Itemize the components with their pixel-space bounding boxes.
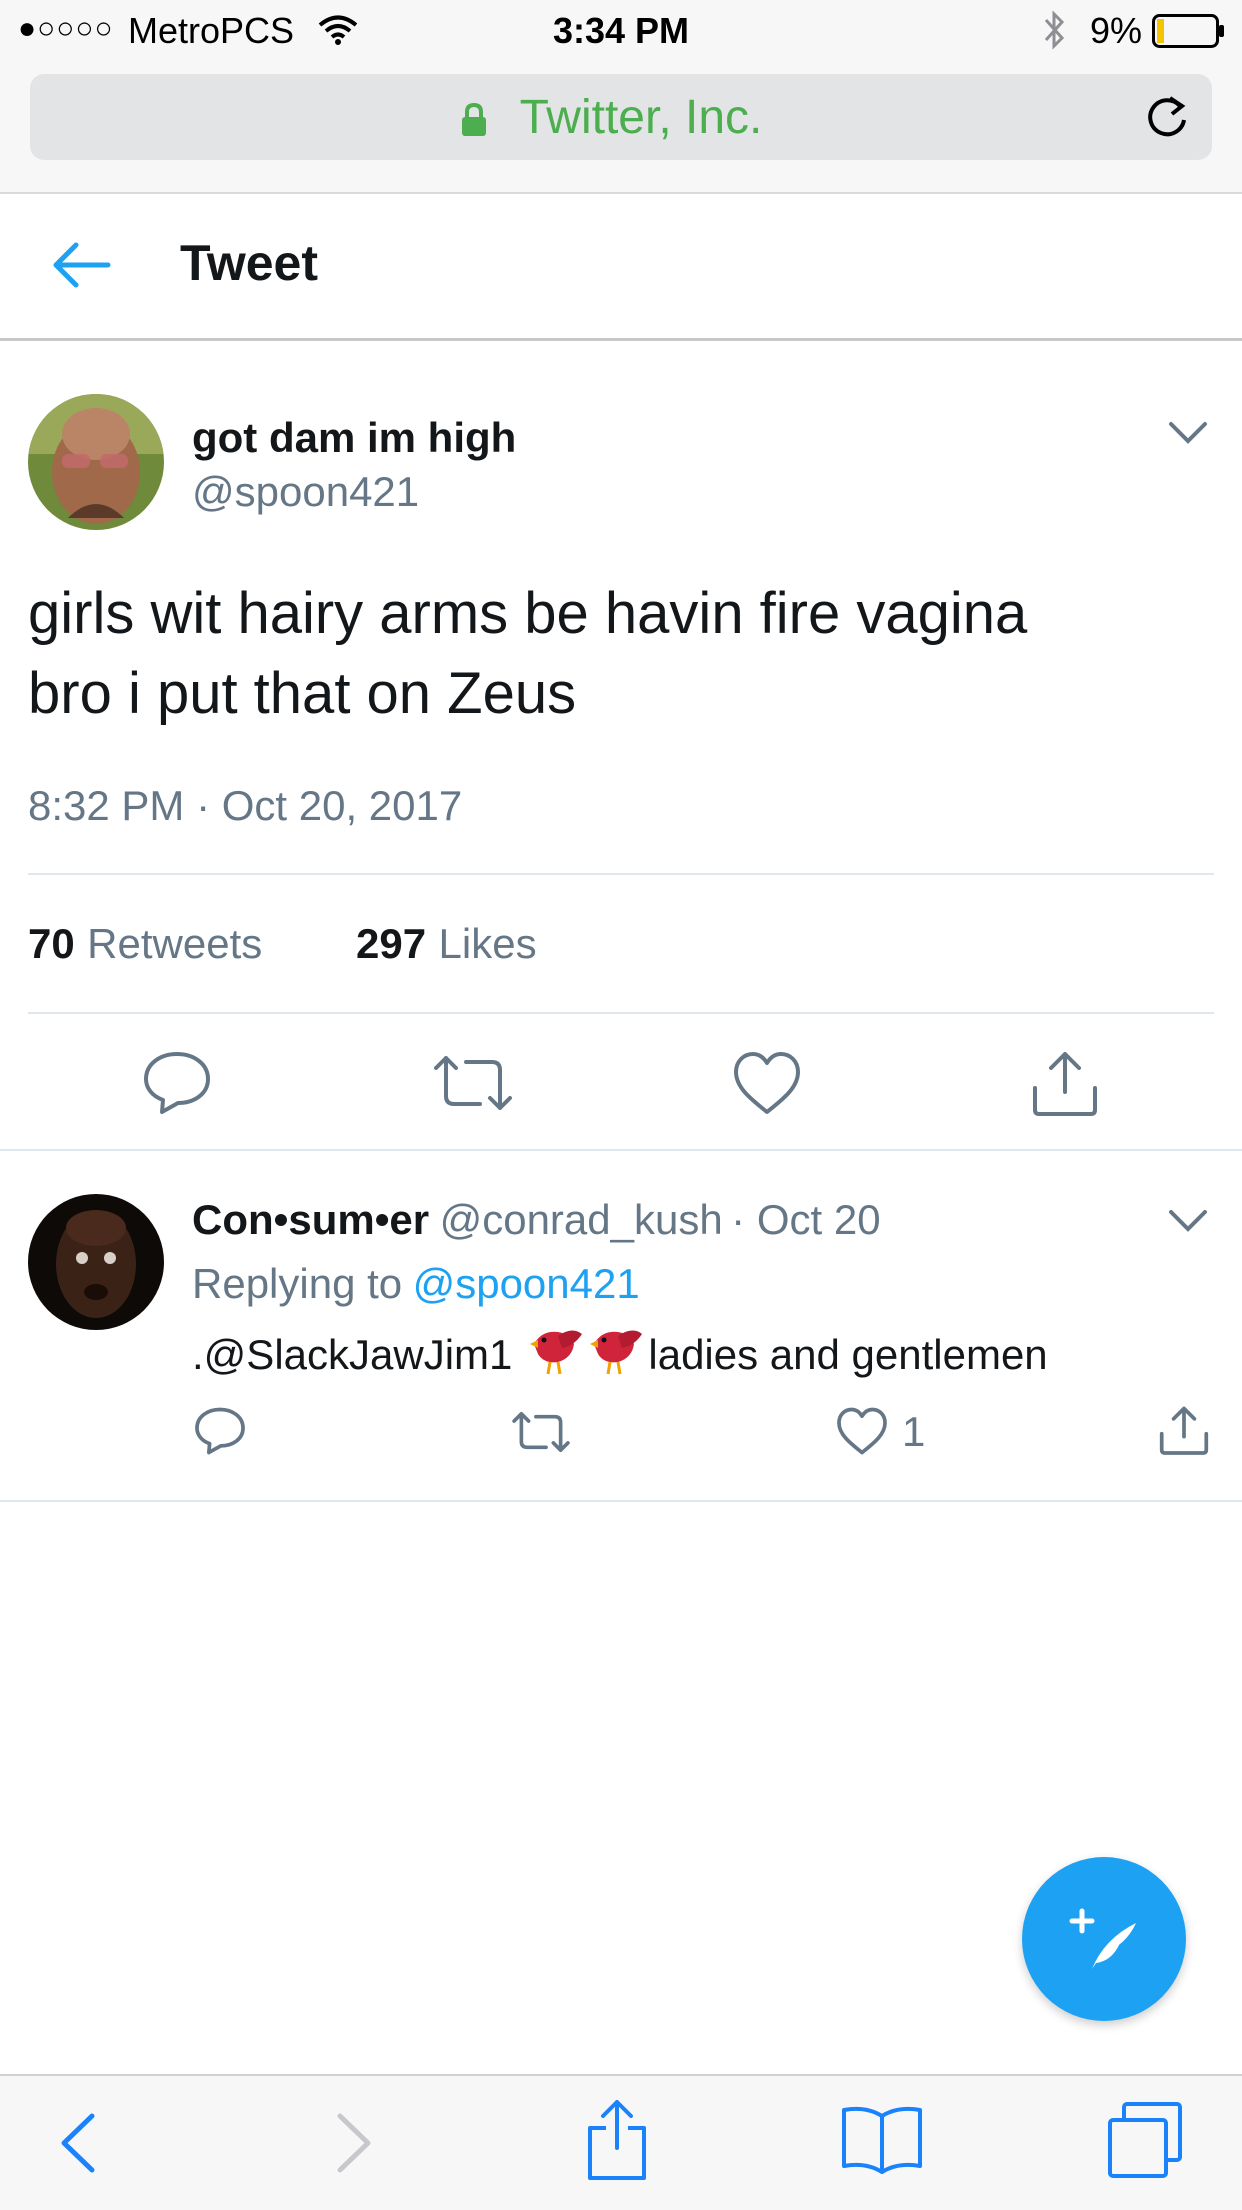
browser-share-icon[interactable]: [586, 2098, 648, 2187]
compose-tweet-button[interactable]: [1022, 1857, 1186, 2021]
divider: [0, 1500, 1242, 1502]
battery-percent: 9%: [1090, 10, 1143, 51]
replying-to-prefix: Replying to: [192, 1260, 403, 1307]
reply-author-handle[interactable]: @conrad_kush: [440, 1196, 723, 1243]
divider: [28, 1012, 1214, 1014]
avatar[interactable]: [28, 394, 164, 530]
reply-icon[interactable]: [142, 1050, 212, 1121]
reply-author-name[interactable]: Con•sum•er: [192, 1196, 429, 1243]
author-handle[interactable]: @spoon421: [192, 468, 419, 516]
reload-icon[interactable]: [1144, 92, 1190, 145]
tweet-text: girls wit hairy arms be havin fire vagin…: [28, 574, 1208, 734]
like-icon[interactable]: [732, 1050, 802, 1121]
share-icon[interactable]: [1030, 1048, 1100, 1123]
tabs-icon[interactable]: [1106, 2100, 1186, 2185]
back-arrow-icon[interactable]: [50, 240, 112, 295]
chevron-down-icon[interactable]: [1168, 1208, 1208, 1239]
reply-icon[interactable]: [194, 1406, 246, 1461]
reply-like-count: 1: [902, 1408, 926, 1455]
author-name[interactable]: got dam im high: [192, 414, 516, 462]
bookmarks-icon[interactable]: [840, 2104, 924, 2179]
reply-header: Con•sum•er @conrad_kush · Oct 20: [192, 1196, 881, 1244]
like-icon[interactable]: [836, 1406, 888, 1461]
retweet-icon[interactable]: [432, 1050, 514, 1121]
divider: [28, 873, 1214, 875]
bluetooth-icon: [1042, 10, 1066, 55]
likes-stat[interactable]: 297 Likes: [356, 920, 537, 968]
reply-text-rest: ladies and gentlemen: [648, 1331, 1048, 1378]
site-name[interactable]: Twitter, Inc.: [20, 90, 1242, 145]
replying-to: Replying to @spoon421: [192, 1260, 640, 1308]
tweet-timestamp[interactable]: 8:32 PM · Oct 20, 2017: [28, 782, 462, 830]
retweets-label: Retweets: [87, 920, 263, 967]
replying-to-link[interactable]: @spoon421: [413, 1260, 640, 1307]
reply-text-mention[interactable]: .@SlackJawJim1: [192, 1331, 512, 1379]
retweets-count: 70: [28, 920, 75, 967]
share-icon[interactable]: [1158, 1404, 1210, 1461]
bird-emoji-icon: [528, 1322, 648, 1388]
page-title: Tweet: [180, 235, 318, 291]
likes-label: Likes: [438, 920, 537, 967]
reply-date[interactable]: · Oct 20: [731, 1196, 880, 1243]
browser-forward-icon[interactable]: [334, 2112, 374, 2179]
header-divider: [0, 338, 1242, 341]
retweet-icon[interactable]: [510, 1408, 572, 1461]
compose-tweet-icon: [1068, 1905, 1142, 1980]
divider: [0, 1149, 1242, 1151]
reply-avatar[interactable]: [28, 1194, 164, 1330]
tweet-text-line-1: girls wit hairy arms be havin fire vagin…: [28, 581, 1028, 646]
battery-icon: [1152, 14, 1226, 53]
reply-text: .@SlackJawJim1 ladies and gentlemen: [192, 1322, 1048, 1388]
browser-back-icon[interactable]: [58, 2112, 98, 2179]
tweet-text-line-2: bro i put that on Zeus: [28, 661, 577, 726]
chevron-down-icon[interactable]: [1168, 420, 1208, 451]
likes-count: 297: [356, 920, 427, 967]
retweets-stat[interactable]: 70 Retweets: [28, 920, 262, 968]
